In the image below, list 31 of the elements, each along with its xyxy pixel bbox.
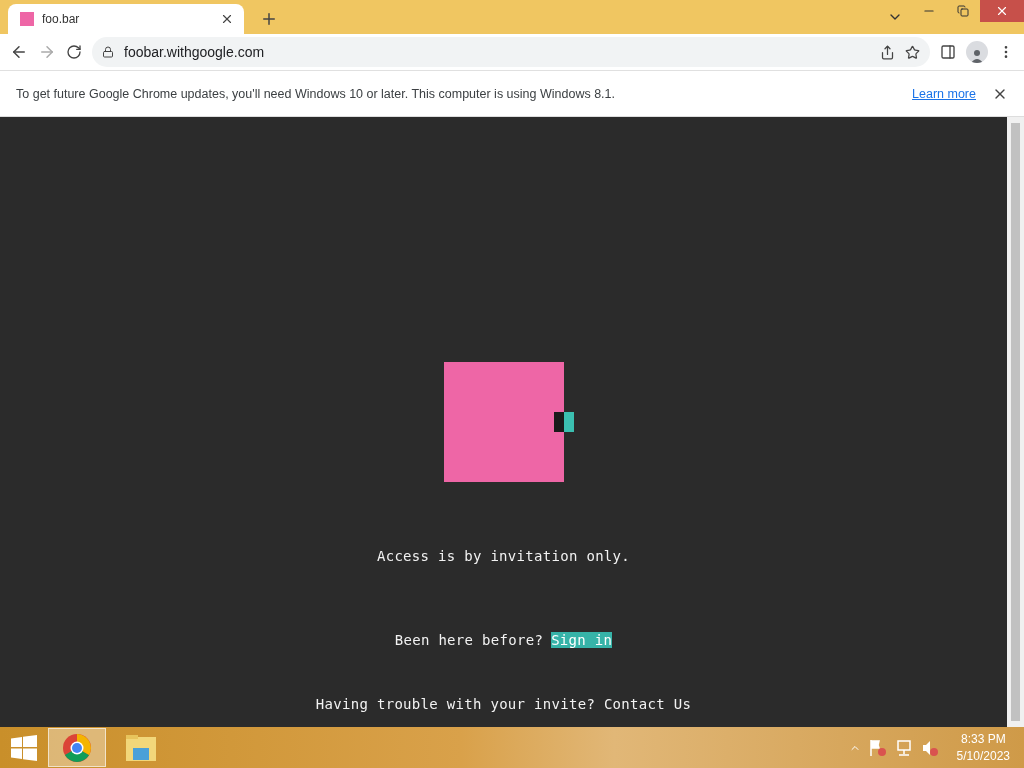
scrollbar[interactable] bbox=[1007, 117, 1024, 727]
close-icon bbox=[995, 4, 1009, 18]
share-icon[interactable] bbox=[880, 44, 895, 60]
new-tab-icon[interactable] bbox=[260, 10, 278, 28]
info-message: To get future Google Chrome updates, you'll need Windows 10 or later. This computer is using Windows 8.1. bbox=[16, 86, 616, 101]
browser-tab[interactable]: foo.bar bbox=[8, 4, 244, 34]
lock-icon bbox=[102, 46, 114, 58]
prompt-text: Been here before? bbox=[394, 632, 544, 648]
flag-icon[interactable] bbox=[868, 738, 887, 757]
cursor-icon bbox=[553, 412, 574, 432]
profile-avatar[interactable] bbox=[966, 41, 988, 63]
address-bar[interactable]: foobar.withgoogle.com bbox=[92, 37, 930, 67]
url-text: foobar.withgoogle.com bbox=[124, 44, 266, 60]
back-icon[interactable] bbox=[10, 43, 28, 61]
heading-text: Access is by invitation only. bbox=[376, 548, 631, 564]
favicon-icon bbox=[20, 12, 34, 26]
forward-icon[interactable] bbox=[38, 43, 56, 61]
close-icon[interactable] bbox=[220, 12, 234, 26]
chrome-icon bbox=[62, 732, 92, 763]
taskbar-app[interactable] bbox=[48, 728, 106, 767]
clock[interactable]: 8:33 PM 5/10/2023 bbox=[956, 730, 1010, 765]
learn-more-link[interactable]: Learn more bbox=[912, 86, 976, 101]
tab-title: foo.bar bbox=[42, 12, 81, 26]
side-panel-icon[interactable] bbox=[940, 44, 956, 60]
reload-icon[interactable] bbox=[66, 44, 82, 60]
help-text: Having trouble with your invite? Contact Us bbox=[315, 696, 692, 712]
windows-logo-icon[interactable] bbox=[11, 734, 37, 761]
folder-icon bbox=[125, 733, 157, 762]
restore-icon[interactable] bbox=[957, 5, 969, 17]
star-icon[interactable] bbox=[905, 44, 920, 60]
sign-in-link[interactable]: Sign in bbox=[551, 632, 613, 648]
